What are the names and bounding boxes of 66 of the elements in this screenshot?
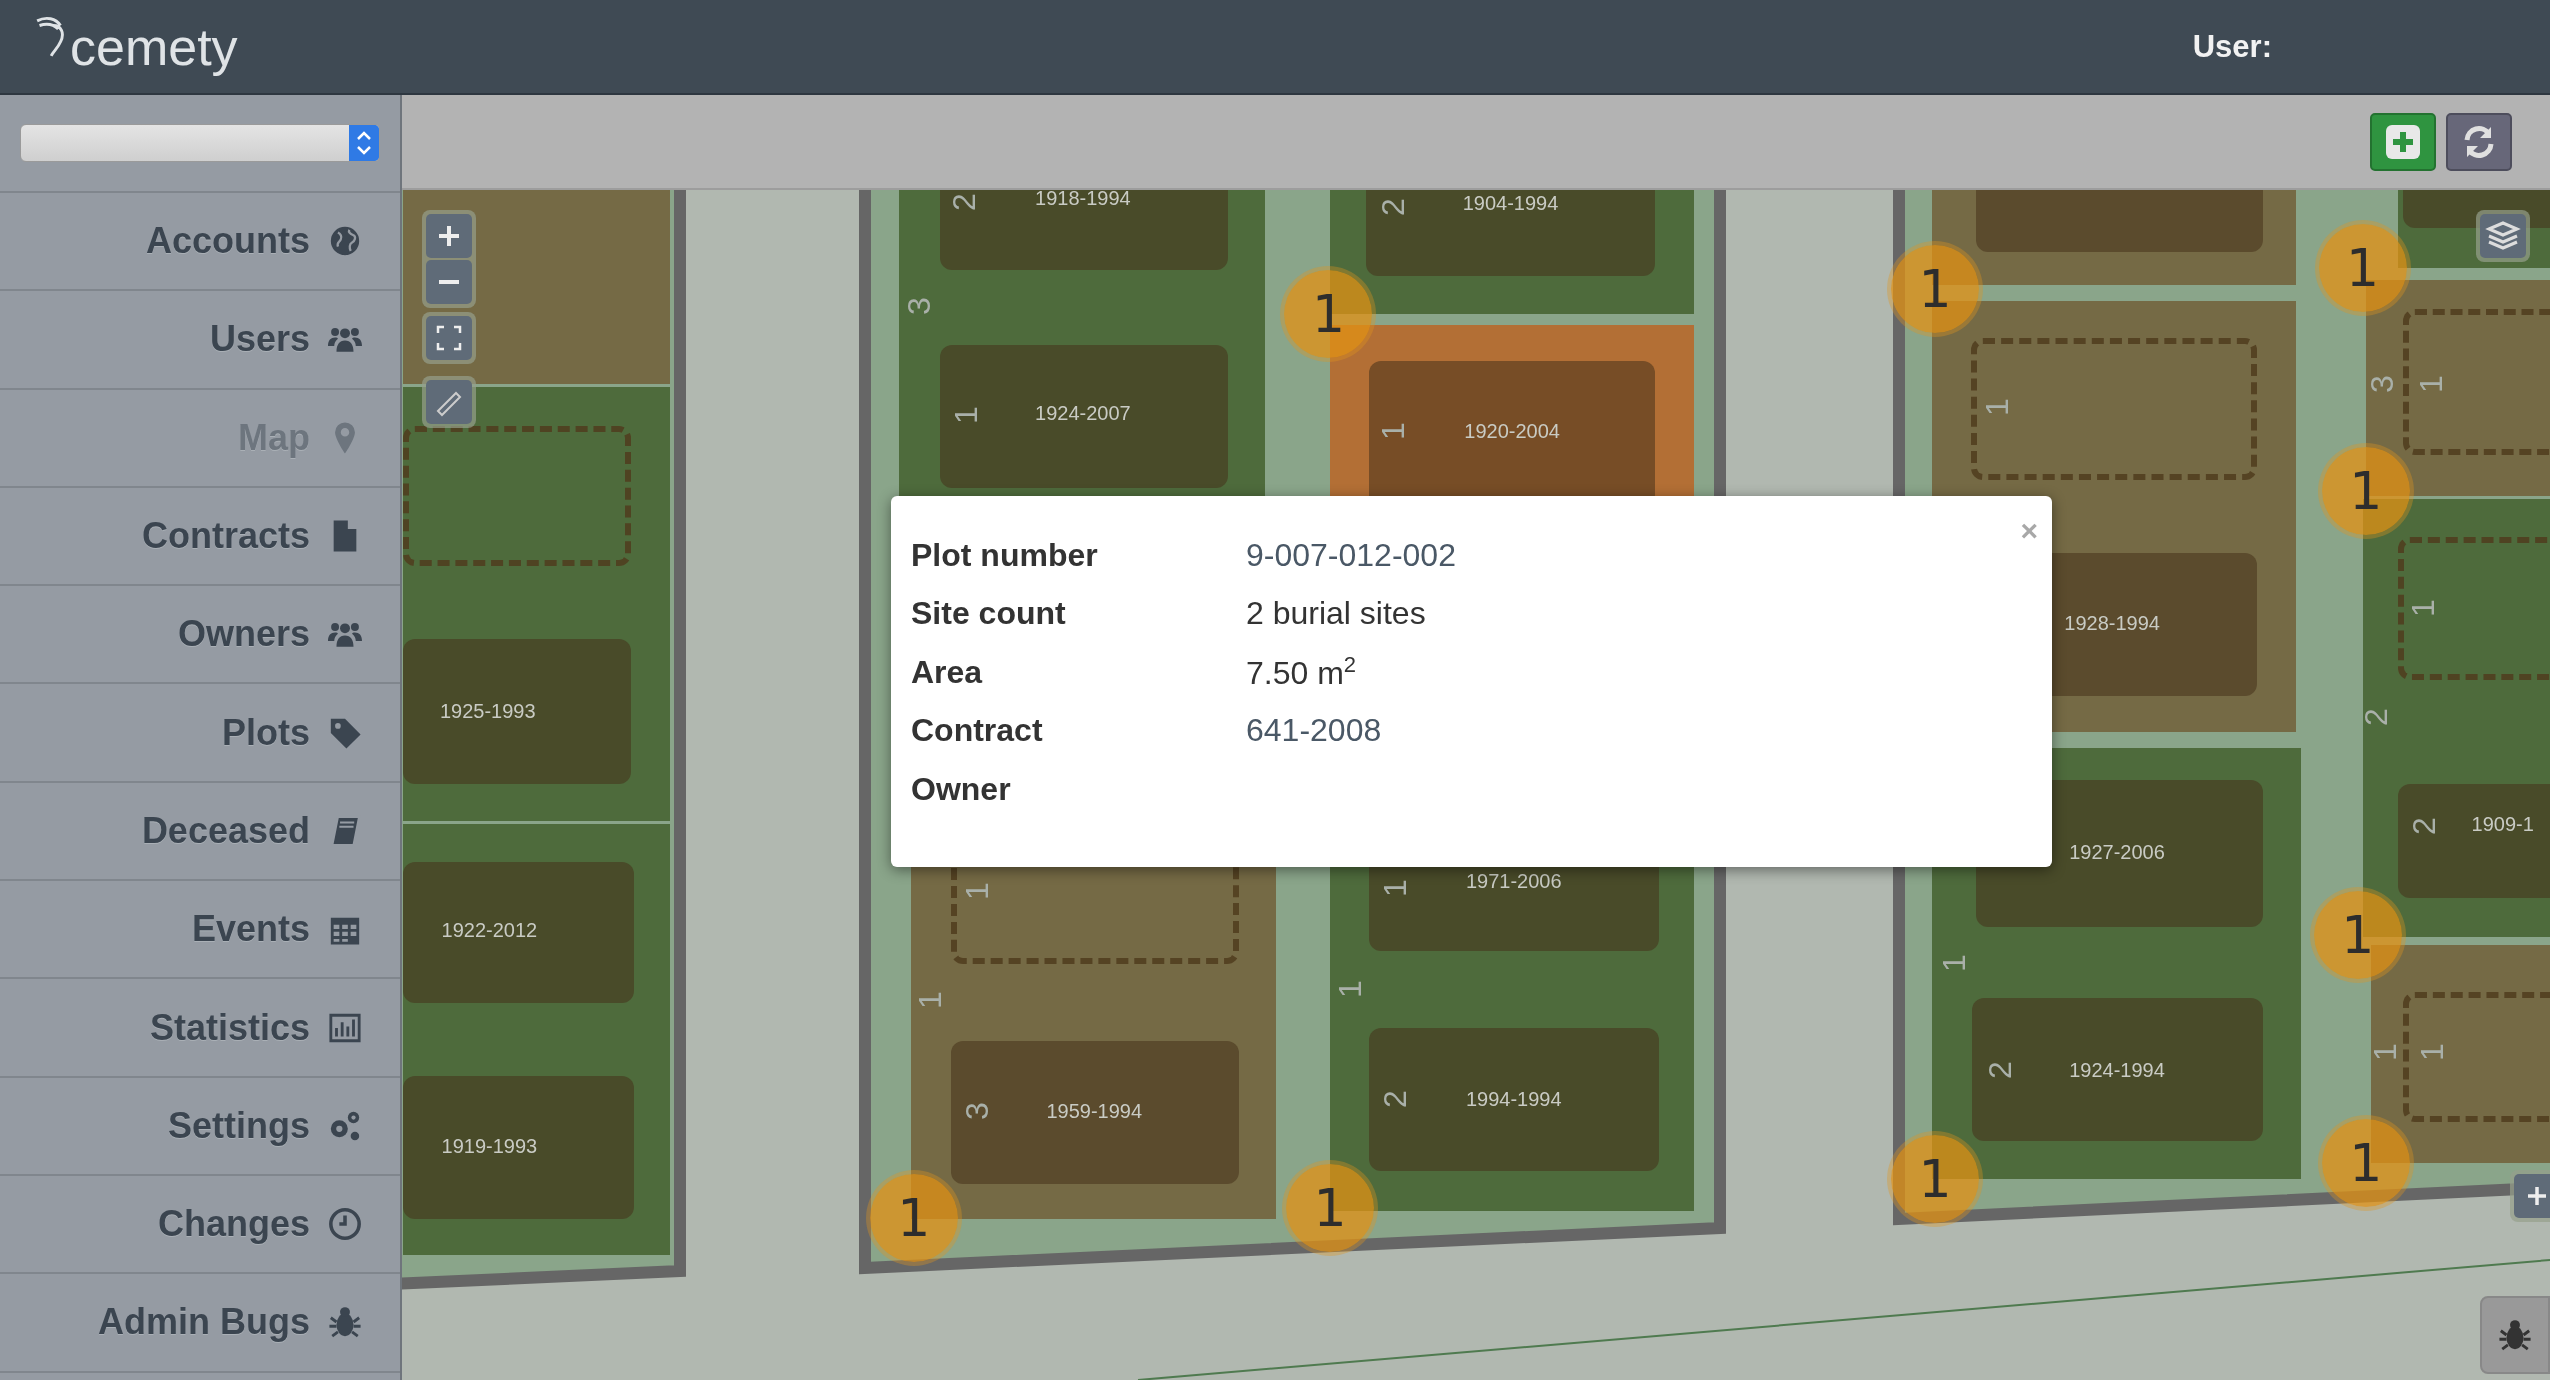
plus-icon (2526, 1185, 2548, 1207)
row-number: 1 (2416, 1043, 2449, 1061)
close-button[interactable]: × (2020, 516, 2038, 546)
row-number: 3 (2366, 374, 2399, 393)
row-number: 1 (1379, 878, 1412, 897)
grave-years: 1922-2012 (441, 918, 538, 942)
grave-years: 1909-1 (2471, 812, 2534, 836)
row-number: 1 (1377, 422, 1410, 440)
grave-years: 1971-2006 (1465, 869, 1562, 893)
minus-icon (437, 280, 461, 284)
refresh-button[interactable] (2446, 112, 2512, 171)
bug-report-button[interactable] (2480, 1296, 2550, 1374)
zoom-in-button[interactable] (2514, 1174, 2550, 1218)
row-number: 1 (2369, 1043, 2402, 1061)
field-label: Contract (911, 712, 1044, 750)
grave-years: 1924-2007 (1035, 401, 1131, 425)
grave-years: 1919-1993 (441, 1134, 538, 1158)
field-value: 9-007-012-002 (1246, 536, 1456, 574)
field-label: Site count (911, 595, 1067, 633)
grave-years: 1994-1994 (1465, 1087, 1562, 1111)
grave-years: 1904-1994 (1462, 191, 1559, 215)
row-number: 2 (1983, 1061, 2016, 1079)
grave-years: 1959-1994 (1046, 1099, 1143, 1123)
clock-icon (328, 1207, 362, 1242)
row-number: 1 (961, 882, 994, 900)
row-number: 2 (948, 192, 981, 211)
bird-icon (36, 14, 64, 57)
field-label: Area (911, 653, 984, 691)
cemetery-select[interactable] (20, 124, 380, 162)
row-number: 3 (902, 296, 935, 315)
row-number: 2 (1377, 197, 1410, 216)
row-number: 1 (1938, 953, 1971, 972)
grave-years: 1924-1994 (2069, 1058, 2165, 1082)
row-number: 1 (949, 405, 982, 424)
row-number: 2 (2359, 708, 2392, 726)
zoom-in-button[interactable] (426, 214, 472, 258)
field-value: 641-2008 (1246, 712, 1382, 750)
fullscreen-button[interactable] (426, 316, 472, 360)
row-number: 2 (1379, 1090, 1412, 1109)
row-number: 1 (1333, 979, 1366, 998)
grave-years: 1925-1993 (439, 699, 536, 723)
layers-button[interactable] (2480, 214, 2526, 258)
row-number: 3 (961, 1101, 994, 1120)
field-value: 7.50 m$^{2}$ (1246, 652, 1357, 693)
row-number: 1 (2414, 374, 2447, 393)
grave-years: 1928-1994 (2064, 611, 2160, 635)
field-label: Plot number (911, 536, 1099, 574)
grave-years: 1920-2004 (1464, 419, 1560, 443)
row-number: 1 (2406, 599, 2439, 617)
user-label: User: (2192, 28, 2272, 65)
grave-years: 1927-2006 (2069, 840, 2165, 864)
fullscreen-icon (436, 325, 462, 351)
zoom-out-button[interactable] (426, 260, 472, 304)
bug-icon (2498, 1318, 2532, 1352)
row-number: 2 (2408, 817, 2441, 835)
plus-icon (437, 224, 461, 248)
field-label: Owner (911, 770, 1012, 808)
layers-icon (2485, 221, 2521, 251)
field-value: 2 burial sites (1246, 595, 1426, 633)
add-button[interactable] (2370, 112, 2436, 171)
bug-icon (328, 1305, 362, 1340)
plus-icon (2386, 124, 2420, 159)
row-number: 1 (1980, 397, 2013, 416)
measure-button[interactable] (426, 380, 472, 424)
grave-years: 1918-1994 (1035, 190, 1131, 210)
row-number: 1 (914, 991, 947, 1009)
